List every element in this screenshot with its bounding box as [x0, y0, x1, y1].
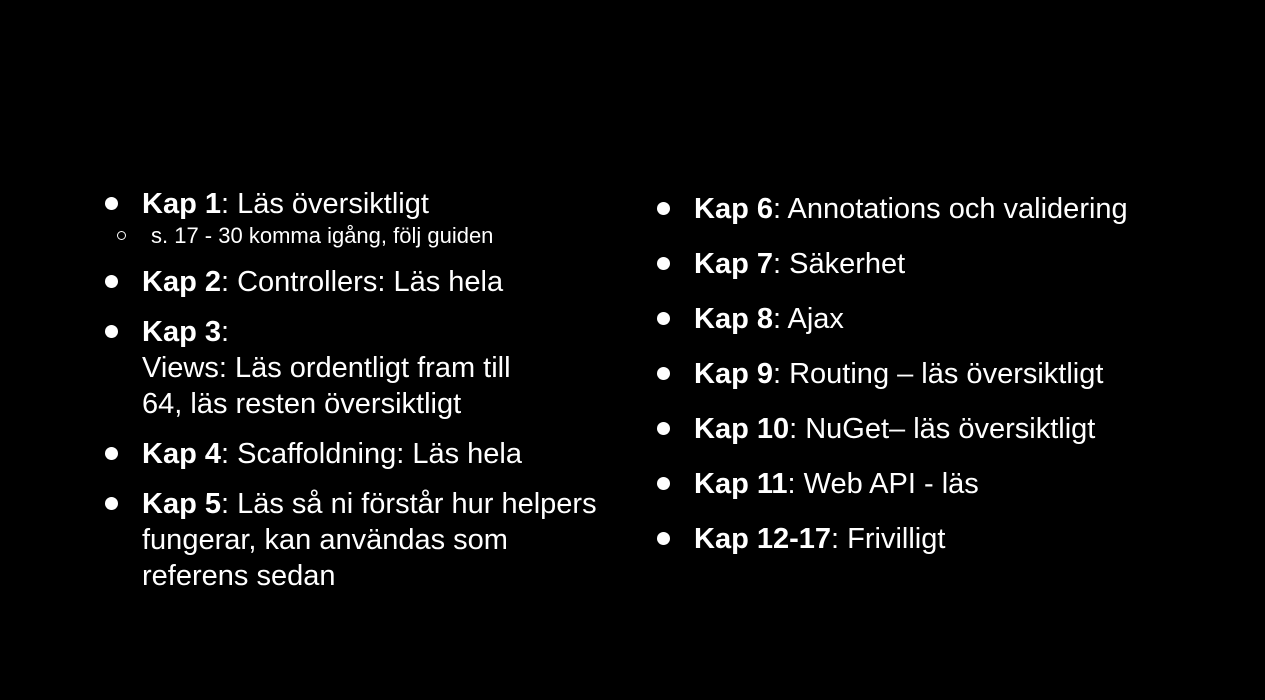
list-item-kap-3: Kap 3: Views: Läs ordentligt fram till 6…	[104, 314, 644, 422]
list-item-kap-5: Kap 5: Läs så ni förstår hur helpers fun…	[104, 486, 644, 594]
right-chapter-list: Kap 6: Annotations och validering Kap 7:…	[656, 191, 1246, 576]
hollow-bullet-icon	[117, 231, 126, 240]
chapter-label: Kap 12-17	[694, 523, 832, 555]
chapter-separator: :	[831, 523, 848, 555]
chapter-text: Web API - läs	[803, 468, 979, 500]
chapter-label: Kap 9	[694, 358, 773, 390]
chapter-label: Kap 5	[142, 488, 221, 520]
chapter-separator: :	[220, 316, 230, 348]
bullet-icon	[105, 197, 118, 210]
list-item-kap-10: Kap 10: NuGet– läs översiktligt	[656, 411, 1246, 447]
bullet-icon	[657, 532, 670, 545]
sub-list-item: s. 17 - 30 komma igång, följ guiden	[104, 222, 644, 250]
chapter-label: Kap 2	[142, 266, 221, 298]
chapter-label: Kap 8	[694, 303, 773, 335]
list-item-kap-12-17: Kap 12-17: Frivilligt	[656, 521, 1246, 557]
chapter-label: Kap 3	[142, 316, 221, 348]
bullet-icon	[657, 202, 670, 215]
chapter-text-line: Views: Läs ordentligt fram till	[142, 352, 511, 384]
chapter-text-line: referens sedan	[142, 560, 336, 592]
chapter-label: Kap 4	[142, 438, 221, 470]
chapter-separator: :	[772, 358, 790, 390]
chapter-separator: :	[787, 468, 804, 500]
chapter-text: Läs så ni förstår hur helpers	[237, 488, 597, 520]
chapter-label: Kap 6	[694, 193, 773, 225]
list-item-kap-1: Kap 1: Läs översiktligt s. 17 - 30 komma…	[104, 186, 644, 250]
chapter-text: Säkerhet	[789, 248, 906, 280]
bullet-icon	[657, 367, 670, 380]
left-chapter-list: Kap 1: Läs översiktligt s. 17 - 30 komma…	[104, 186, 644, 608]
list-item-kap-11: Kap 11: Web API - läs	[656, 466, 1246, 502]
chapter-separator: :	[220, 488, 238, 520]
bullet-icon	[105, 497, 118, 510]
chapter-separator: :	[789, 413, 806, 445]
chapter-text: Scaffoldning: Läs hela	[237, 438, 522, 470]
chapter-text: Ajax	[787, 303, 844, 335]
bullet-icon	[105, 447, 118, 460]
chapter-text: Frivilligt	[847, 523, 946, 555]
bullet-icon	[657, 312, 670, 325]
chapter-label: Kap 11	[694, 468, 788, 500]
chapter-text: Annotations och validering	[787, 193, 1128, 225]
list-item-kap-2: Kap 2: Controllers: Läs hela	[104, 264, 644, 300]
list-item-kap-7: Kap 7: Säkerhet	[656, 246, 1246, 282]
chapter-text-line: fungerar, kan användas som	[142, 524, 508, 556]
chapter-label: Kap 10	[694, 413, 790, 445]
chapter-text: Routing – läs översiktligt	[789, 358, 1104, 390]
bullet-icon	[105, 325, 118, 338]
list-item-kap-8: Kap 8: Ajax	[656, 301, 1246, 337]
chapter-label: Kap 7	[694, 248, 773, 280]
bullet-icon	[105, 275, 118, 288]
chapter-text: NuGet– läs översiktligt	[805, 413, 1096, 445]
chapter-text: Läs översiktligt	[237, 188, 429, 220]
bullet-icon	[657, 477, 670, 490]
bullet-icon	[657, 257, 670, 270]
sub-item-text: s. 17 - 30 komma igång, följ guiden	[151, 223, 494, 248]
chapter-text: Controllers: Läs hela	[237, 266, 504, 298]
bullet-icon	[657, 422, 670, 435]
chapter-text-line: 64, läs resten översiktligt	[142, 388, 462, 420]
chapter-separator: :	[220, 266, 238, 298]
chapter-separator: :	[772, 303, 788, 335]
list-item-kap-4: Kap 4: Scaffoldning: Läs hela	[104, 436, 644, 472]
list-item-kap-6: Kap 6: Annotations och validering	[656, 191, 1246, 227]
chapter-separator: :	[220, 188, 238, 220]
chapter-separator: :	[220, 438, 238, 470]
list-item-kap-9: Kap 9: Routing – läs översiktligt	[656, 356, 1246, 392]
chapter-separator: :	[772, 193, 788, 225]
chapter-separator: :	[772, 248, 790, 280]
chapter-label: Kap 1	[142, 188, 221, 220]
slide: Kap 1: Läs översiktligt s. 17 - 30 komma…	[0, 0, 1265, 700]
